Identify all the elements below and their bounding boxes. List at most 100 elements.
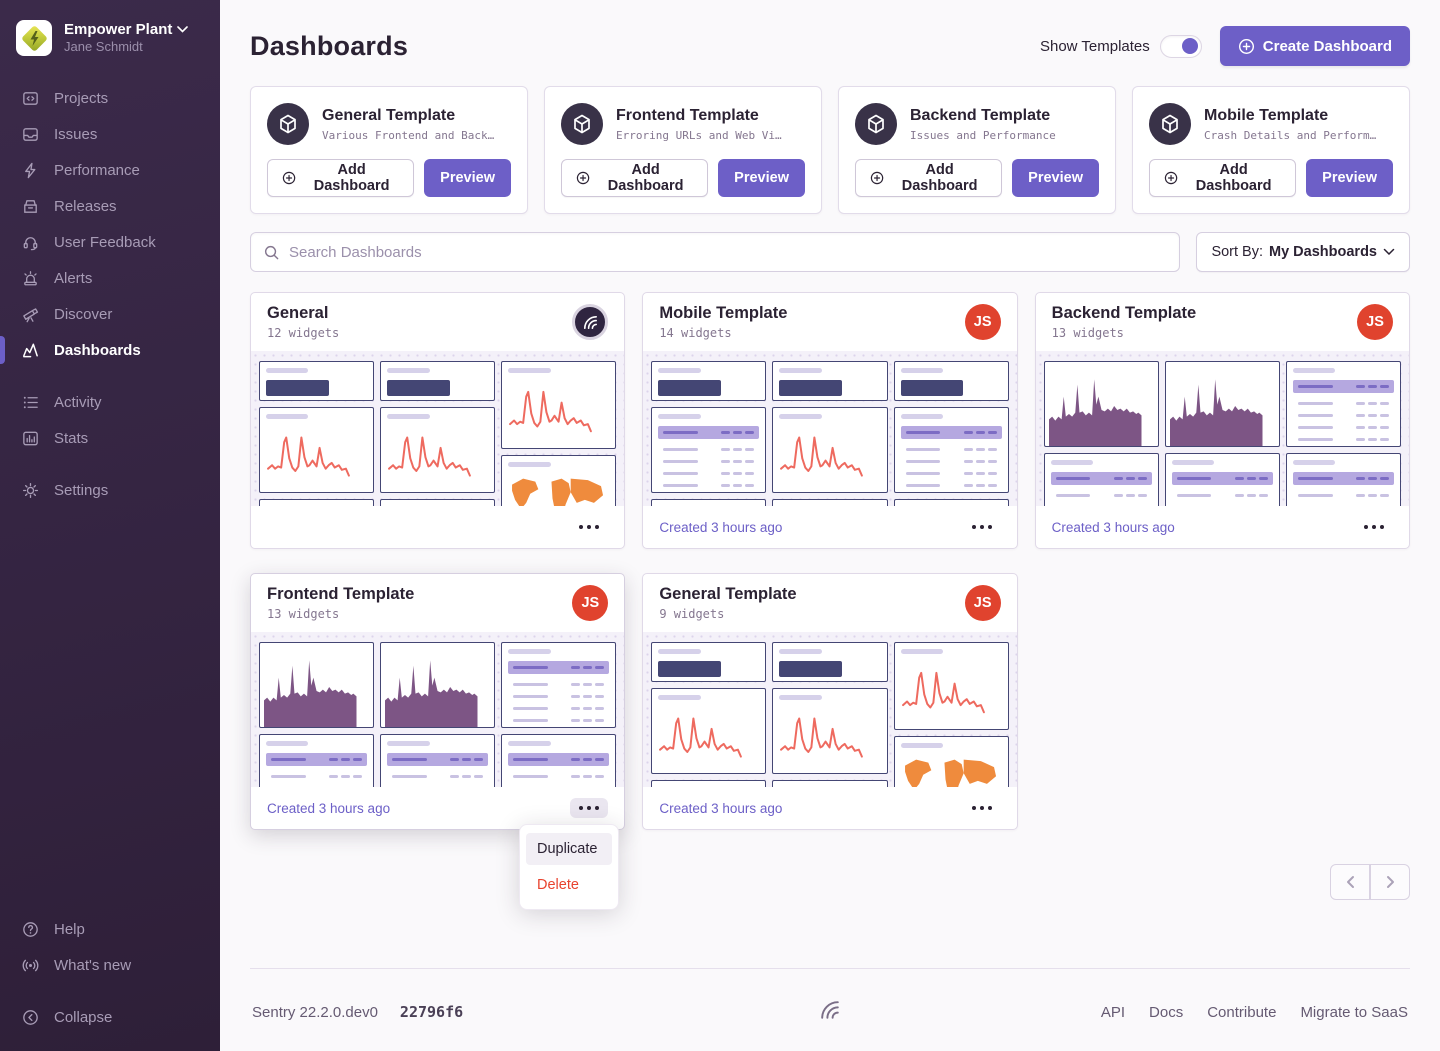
footer-link-contribute[interactable]: Contribute: [1207, 1004, 1276, 1021]
sidebar-item-whats-new[interactable]: What's new: [0, 947, 220, 983]
sidebar-item-alerts[interactable]: Alerts: [0, 260, 220, 296]
created-timestamp: Created 3 hours ago: [1052, 520, 1175, 535]
dashboard-card-general[interactable]: General 12 widgets: [250, 292, 625, 549]
footer-link-api[interactable]: API: [1101, 1004, 1125, 1021]
sidebar-item-settings[interactable]: Settings: [0, 472, 220, 508]
preview-button[interactable]: Preview: [718, 159, 805, 197]
sidebar-item-dashboards[interactable]: Dashboards: [0, 332, 220, 368]
mini-widget-table: [1044, 453, 1159, 506]
chevron-right-icon: [1385, 875, 1396, 889]
card-context-menu: Duplicate Delete: [519, 824, 619, 910]
user-avatar: JS: [572, 585, 608, 621]
dashboard-title[interactable]: General: [267, 304, 339, 323]
dashboard-preview[interactable]: [251, 632, 624, 787]
sidebar-item-performance[interactable]: Performance: [0, 152, 220, 188]
collapse-icon: [20, 1007, 40, 1027]
footer-link-docs[interactable]: Docs: [1149, 1004, 1183, 1021]
card-menu-button[interactable]: [570, 517, 608, 537]
sentry-logo-icon: [581, 313, 600, 332]
mini-widget-table: [259, 499, 374, 506]
sidebar-item-label: Settings: [54, 482, 108, 499]
dashboard-preview[interactable]: [643, 632, 1016, 787]
dashboard-title[interactable]: Backend Template: [1052, 304, 1197, 323]
mini-widget-area: [259, 642, 374, 728]
dashboards-icon: [20, 340, 40, 360]
add-dashboard-button[interactable]: Add Dashboard: [1149, 159, 1296, 197]
footer-version[interactable]: Sentry 22.2.0.dev0: [252, 1004, 378, 1021]
mini-widget-line: [772, 688, 887, 774]
preview-column: [259, 642, 374, 787]
dashboard-title[interactable]: Mobile Template: [659, 304, 787, 323]
footer-build-hash[interactable]: 22796f6: [400, 1003, 463, 1021]
sidebar-item-label: User Feedback: [54, 234, 156, 251]
dashboard-preview[interactable]: [1036, 351, 1409, 506]
footer-link-migrate[interactable]: Migrate to SaaS: [1300, 1004, 1408, 1021]
create-dashboard-button[interactable]: Create Dashboard: [1220, 26, 1410, 66]
dashboard-preview[interactable]: [643, 351, 1016, 506]
org-switcher[interactable]: Empower Plant Jane Schmidt: [0, 14, 220, 70]
sort-by-dropdown[interactable]: Sort By: My Dashboards: [1196, 232, 1410, 272]
card-menu-button[interactable]: [1355, 517, 1393, 537]
dashboard-card-frontend-template[interactable]: Frontend Template 13 widgets JS Created …: [250, 573, 625, 830]
sidebar-item-label: Help: [54, 921, 85, 938]
sentry-logo-icon[interactable]: [817, 997, 843, 1027]
dashboard-card-backend-template[interactable]: Backend Template 13 widgets JS Created 3…: [1035, 292, 1410, 549]
sidebar-item-label: Discover: [54, 306, 112, 323]
sidebar-item-activity[interactable]: Activity: [0, 384, 220, 420]
card-menu-button[interactable]: [570, 798, 608, 818]
dashboard-preview[interactable]: [251, 351, 624, 506]
chevron-down-icon: [177, 26, 188, 33]
sidebar-item-discover[interactable]: Discover: [0, 296, 220, 332]
user-avatar: JS: [965, 585, 1001, 621]
pagination-prev-button[interactable]: [1330, 864, 1370, 900]
preview-button[interactable]: Preview: [1306, 159, 1393, 197]
mini-widget-table: [894, 499, 1009, 506]
pagination-next-button[interactable]: [1370, 864, 1410, 900]
dashboard-card-general-template[interactable]: General Template 9 widgets JS Created 3 …: [642, 573, 1017, 830]
dashboard-title[interactable]: Frontend Template: [267, 585, 414, 604]
add-dashboard-button[interactable]: Add Dashboard: [267, 159, 414, 197]
plus-circle-icon: [576, 170, 590, 186]
sidebar-item-collapse[interactable]: Collapse: [0, 999, 220, 1035]
sidebar-item-user-feedback[interactable]: User Feedback: [0, 224, 220, 260]
add-dashboard-button[interactable]: Add Dashboard: [561, 159, 708, 197]
created-timestamp: Created 3 hours ago: [267, 801, 390, 816]
app-footer: Sentry 22.2.0.dev0 22796f6 API Docs Cont…: [250, 968, 1410, 1051]
gear-icon: [20, 480, 40, 500]
created-timestamp: Created 3 hours ago: [659, 801, 782, 816]
activity-icon: [20, 392, 40, 412]
card-menu-button[interactable]: [963, 798, 1001, 818]
add-dashboard-button[interactable]: Add Dashboard: [855, 159, 1002, 197]
preview-button[interactable]: Preview: [1012, 159, 1099, 197]
search-icon: [263, 244, 280, 261]
template-card: General Template Various Frontend and Ba…: [250, 86, 528, 214]
search-input[interactable]: [289, 244, 1167, 261]
show-templates-label: Show Templates: [1040, 38, 1150, 55]
sidebar-nav: Projects Issues Performance Releases Use…: [0, 80, 220, 508]
preview-button[interactable]: Preview: [424, 159, 511, 197]
sidebar-item-projects[interactable]: Projects: [0, 80, 220, 116]
show-templates-toggle[interactable]: [1160, 35, 1202, 58]
sidebar-item-stats[interactable]: Stats: [0, 420, 220, 456]
org-name[interactable]: Empower Plant: [64, 21, 172, 40]
dashboard-title[interactable]: General Template: [659, 585, 796, 604]
sidebar-item-label: Activity: [54, 394, 102, 411]
template-subtitle: Crash Details and Perform…: [1204, 129, 1376, 142]
sidebar-item-help[interactable]: Help: [0, 911, 220, 947]
mini-widget-table: [501, 734, 616, 787]
sidebar-item-issues[interactable]: Issues: [0, 116, 220, 152]
context-menu-delete[interactable]: Delete: [526, 869, 612, 901]
projects-icon: [20, 88, 40, 108]
context-menu-duplicate[interactable]: Duplicate: [526, 833, 612, 865]
mini-widget-line: [651, 688, 766, 774]
org-logo: [16, 20, 52, 56]
sidebar-item-label: Releases: [54, 198, 117, 215]
user-avatar: JS: [1357, 304, 1393, 340]
card-menu-button[interactable]: [963, 517, 1001, 537]
alerts-icon: [20, 268, 40, 288]
dashboard-card-mobile-template[interactable]: Mobile Template 14 widgets JS Created 3 …: [642, 292, 1017, 549]
dashboard-widget-count: 13 widgets: [1052, 326, 1197, 340]
sidebar-item-releases[interactable]: Releases: [0, 188, 220, 224]
sort-label: Sort By:: [1211, 244, 1263, 260]
preview-column: [1044, 361, 1159, 506]
